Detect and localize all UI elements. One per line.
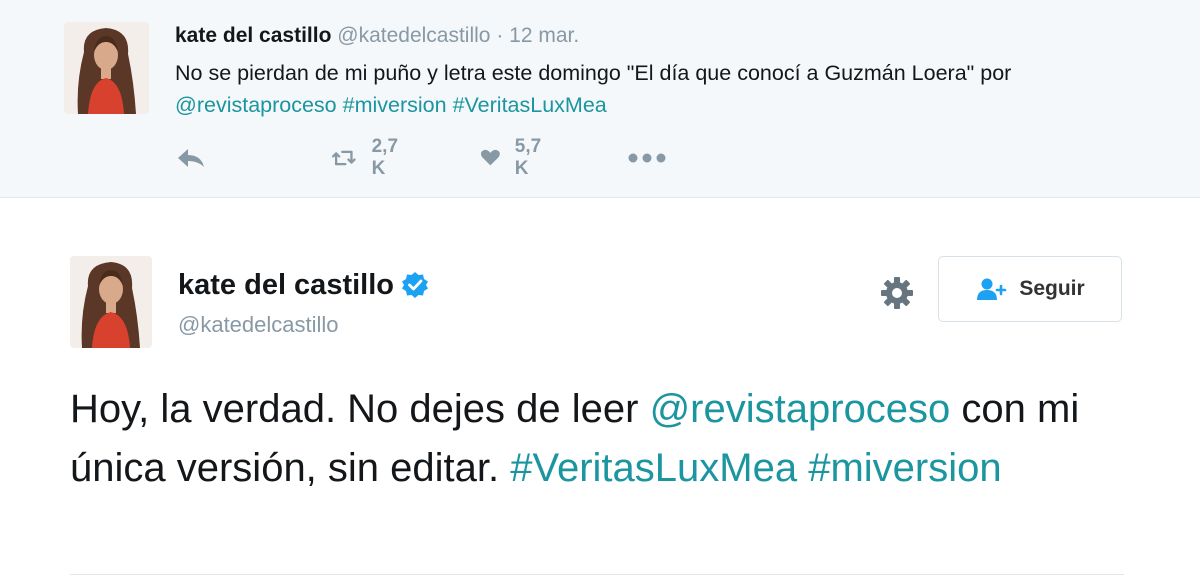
author-handle[interactable]: @katedelcastillo: [178, 310, 339, 340]
retweet-button[interactable]: 2,7 K: [330, 136, 406, 179]
add-user-icon: [977, 278, 1007, 300]
avatar[interactable]: [70, 256, 152, 348]
reply-button[interactable]: [175, 142, 207, 174]
settings-button[interactable]: [876, 272, 918, 314]
reply-icon: [178, 149, 204, 167]
follow-label: Seguir: [1019, 277, 1085, 300]
tweet-1[interactable]: kate del castillo @katedelcastillo · 12 …: [0, 0, 1200, 198]
tweet-text-body: No se pierdan de mi puño y letra este do…: [175, 61, 1012, 85]
avatar[interactable]: [64, 22, 149, 114]
tweet-header: kate del castillo @katedelcastillo · 12 …: [175, 22, 579, 50]
mention-link[interactable]: @revistaproceso: [175, 93, 337, 117]
like-count: 5,7 K: [514, 136, 542, 179]
heart-icon: [480, 149, 500, 166]
hashtag-link[interactable]: #miversion: [343, 93, 447, 117]
retweet-count: 2,7 K: [371, 136, 399, 179]
hashtag-link[interactable]: #VeritasLuxMea: [510, 446, 797, 490]
author-handle[interactable]: @katedelcastillo: [337, 24, 490, 47]
hashtag-link[interactable]: #VeritasLuxMea: [453, 93, 607, 117]
follow-button[interactable]: Seguir: [938, 256, 1122, 322]
divider: [70, 574, 1124, 575]
tweet-date[interactable]: 12 mar.: [509, 24, 579, 47]
verified-badge-icon: [402, 272, 428, 298]
gear-icon: [881, 277, 913, 309]
like-button[interactable]: 5,7 K: [480, 136, 548, 179]
author-name-row[interactable]: kate del castillo: [178, 266, 429, 304]
author-name[interactable]: kate del castillo: [175, 24, 331, 47]
avatar-photo: [70, 256, 152, 348]
tweet-text: No se pierdan de mi puño y letra este do…: [175, 57, 1135, 121]
hashtag-link[interactable]: #miversion: [808, 446, 1001, 490]
separator-dot: ·: [496, 24, 504, 47]
more-button[interactable]: [627, 142, 667, 174]
more-icon: [628, 153, 666, 163]
tweet-text-body: Hoy, la verdad. No dejes de leer: [70, 387, 650, 431]
tweet-text: Hoy, la verdad. No dejes de leer @revist…: [70, 380, 1130, 498]
author-name[interactable]: kate del castillo: [178, 266, 394, 304]
retweet-icon: [331, 150, 356, 166]
avatar-photo: [64, 22, 149, 114]
mention-link[interactable]: @revistaproceso: [650, 387, 951, 431]
